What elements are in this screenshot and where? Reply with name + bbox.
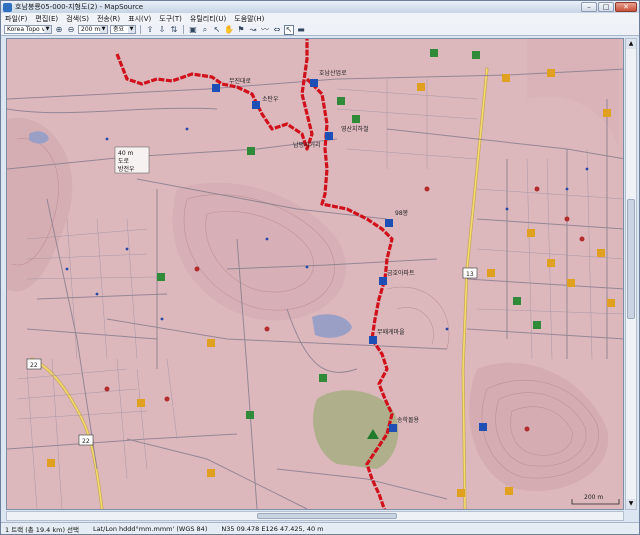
menu-find[interactable]: 검색(S) — [62, 14, 93, 24]
route-tool-icon[interactable]: ↝ — [248, 25, 258, 35]
detail-level-value: 중요 — [113, 26, 125, 33]
scroll-up-icon[interactable]: ▲ — [626, 39, 636, 49]
map-label: 소탄우 — [262, 95, 279, 103]
map-label: 무때게마을 — [377, 328, 405, 336]
map-tool-icon[interactable]: ▣ — [188, 25, 198, 35]
close-button[interactable]: ✕ — [615, 2, 637, 12]
chevron-down-icon: ▼ — [44, 26, 51, 33]
maximize-button[interactable]: □ — [598, 2, 614, 12]
map-label: 남평사거리 — [293, 141, 321, 149]
track-tool-icon[interactable]: 〰 — [260, 25, 270, 35]
window-controls: – □ ✕ — [581, 2, 637, 12]
map-label: 호남산업로 — [319, 69, 347, 77]
map-product-select[interactable]: Korea Topo v9 ▼ — [4, 25, 52, 34]
chevron-down-icon: ▼ — [128, 26, 135, 33]
map-view[interactable]: 호남산업로 무진대로 소탄우 남평사거리 영산지하철 40 m 도로 방전우 9… — [6, 38, 624, 510]
window-title: 호남봉룡05-000-지형도(2) - MapSource — [15, 3, 144, 11]
pointer-select-icon[interactable]: ↖ — [284, 24, 294, 35]
map-label: 송학몰용 — [397, 416, 420, 424]
map-label: 22 — [30, 362, 38, 369]
ruler-icon[interactable]: ▬ — [296, 25, 306, 35]
title-bar: 호남봉룡05-000-지형도(2) - MapSource – □ ✕ — [1, 1, 639, 13]
status-bar: 1 트랙 (총 19.4 km) 선택 Lat/Lon hddd°mm.mmm'… — [1, 522, 639, 534]
app-window: 호남봉룡05-000-지형도(2) - MapSource – □ ✕ 파일(F… — [0, 0, 640, 535]
hand-tool-icon[interactable]: ✋ — [224, 25, 234, 35]
map-label: 영산지하철 — [341, 125, 369, 133]
map-label: 13 — [466, 271, 474, 278]
menu-edit[interactable]: 편집(E) — [31, 14, 62, 24]
toolbar: Korea Topo v9 ▼ ⊕ ⊖ 200 m ▼ 중요 ▼ ⇪ ⇩ ⇅ ▣… — [1, 24, 639, 36]
minimize-button[interactable]: – — [581, 2, 597, 12]
menu-utilities[interactable]: 유틸리티(U) — [186, 14, 230, 24]
map-label: 40 m — [118, 150, 134, 157]
toolbar-separator — [140, 25, 141, 34]
cursor-position: N35 09.478 E126 47.425, 40 m — [221, 524, 324, 533]
chevron-down-icon: ▼ — [100, 26, 107, 33]
zoom-scale-select[interactable]: 200 m ▼ — [78, 25, 108, 34]
vertical-scrollbar[interactable]: ▲ ▼ — [625, 38, 637, 510]
detail-level-select[interactable]: 중요 ▼ — [110, 25, 136, 34]
zoom-tool-icon[interactable]: ⌕ — [200, 25, 210, 35]
toolbar-separator — [183, 25, 184, 34]
scale-label: 200 m — [584, 494, 603, 501]
menu-tools[interactable]: 도구(T) — [155, 14, 186, 24]
measure-tool-icon[interactable]: ⇔ — [272, 25, 282, 35]
coordinate-format: Lat/Lon hddd°mm.mmm' (WGS 84) — [93, 524, 208, 533]
map-label: 금호아파트 — [387, 269, 415, 277]
zoom-in-icon[interactable]: ⊕ — [54, 25, 64, 35]
menu-file[interactable]: 파일(F) — [1, 14, 31, 24]
horizontal-scroll-thumb[interactable] — [257, 513, 397, 519]
map-label: 98봉 — [395, 209, 409, 217]
menu-help[interactable]: 도움말(H) — [230, 14, 268, 24]
menu-view[interactable]: 표시(V) — [124, 14, 155, 24]
send-to-device-icon[interactable]: ⇪ — [145, 25, 155, 35]
map-label: 무진대로 — [229, 77, 252, 85]
track-info: 1 트랙 (총 19.4 km) 선택 — [5, 525, 80, 534]
map-label: 방전우 — [118, 165, 135, 173]
map-label: 도로 — [118, 158, 130, 165]
zoom-scale-value: 200 m — [81, 26, 101, 33]
app-icon — [3, 2, 12, 12]
map-label: 22 — [82, 438, 90, 445]
zoom-out-icon[interactable]: ⊖ — [66, 25, 76, 35]
select-tool-icon[interactable]: ↖ — [212, 25, 222, 35]
map-canvas[interactable]: 호남산업로 무진대로 소탄우 남평사거리 영산지하철 40 m 도로 방전우 9… — [7, 39, 624, 510]
waypoint-tool-icon[interactable]: ⚑ — [236, 25, 246, 35]
transfer-icon[interactable]: ⇅ — [169, 25, 179, 35]
menu-bar: 파일(F) 편집(E) 검색(S) 전송(R) 표시(V) 도구(T) 유틸리티… — [1, 13, 639, 24]
scroll-down-icon[interactable]: ▼ — [626, 499, 636, 509]
map-product-value: Korea Topo v9 — [7, 26, 49, 33]
menu-transfer[interactable]: 전송(R) — [93, 14, 124, 24]
horizontal-scrollbar[interactable] — [6, 511, 624, 521]
receive-from-device-icon[interactable]: ⇩ — [157, 25, 167, 35]
vertical-scroll-thumb[interactable] — [627, 199, 635, 319]
